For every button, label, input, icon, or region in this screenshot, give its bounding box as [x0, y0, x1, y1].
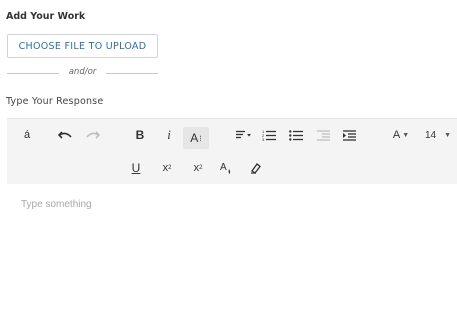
superscript-mark: 2 — [199, 165, 203, 171]
special-character-button[interactable]: á — [18, 125, 36, 145]
font-style-label: A — [190, 131, 199, 145]
font-size-select[interactable]: 14 ▼ — [420, 125, 456, 145]
choose-file-button[interactable]: CHOOSE FILE TO UPLOAD — [7, 34, 158, 58]
text-color-button[interactable]: A ▼ — [391, 125, 411, 145]
svg-text:3: 3 — [262, 137, 265, 141]
response-editor[interactable]: Type something — [7, 184, 457, 320]
and-or-text: and/or — [68, 67, 97, 77]
bullet-list-icon[interactable] — [287, 125, 305, 145]
clear-format-icon[interactable] — [247, 158, 265, 178]
font-style-button[interactable]: A ⁝ — [183, 127, 209, 149]
underline-button[interactable]: U — [129, 158, 143, 178]
toolbar-row-2: U x2 x2 A — [7, 152, 457, 185]
superscript-button[interactable]: x2 — [189, 158, 207, 178]
font-size-caret-icon: ▼ — [444, 131, 452, 139]
fill-color-icon[interactable]: A — [218, 158, 236, 178]
undo-icon[interactable] — [55, 125, 75, 145]
editor-toolbar: á B i A ⁝ 123 A ▼ 14 ▼ U x 2 x 2 A — [7, 118, 457, 184]
toolbar-row-1: á B i A ⁝ 123 A ▼ 14 ▼ — [7, 119, 457, 152]
subscript-button[interactable]: x2 — [158, 158, 176, 178]
and-or-divider: and/or — [7, 67, 158, 79]
add-your-work-heading: Add Your Work — [6, 11, 86, 22]
align-icon[interactable] — [232, 125, 256, 145]
font-style-dots-icon: ⁝ — [199, 133, 202, 143]
outdent-icon[interactable] — [314, 125, 332, 145]
divider-line-right — [106, 73, 158, 74]
bold-button[interactable]: B — [132, 125, 148, 145]
redo-icon[interactable] — [83, 125, 103, 145]
type-response-label: Type Your Response — [6, 96, 104, 107]
italic-button[interactable]: i — [162, 125, 176, 145]
subscript-mark: 2 — [168, 165, 172, 171]
ordered-list-icon[interactable]: 123 — [260, 125, 278, 145]
editor-placeholder: Type something — [21, 199, 92, 210]
svg-text:A: A — [220, 162, 227, 173]
indent-icon[interactable] — [340, 125, 358, 145]
font-size-value: 14 — [424, 129, 437, 141]
text-color-caret-icon: ▼ — [402, 131, 410, 139]
text-color-label: A — [392, 129, 401, 141]
